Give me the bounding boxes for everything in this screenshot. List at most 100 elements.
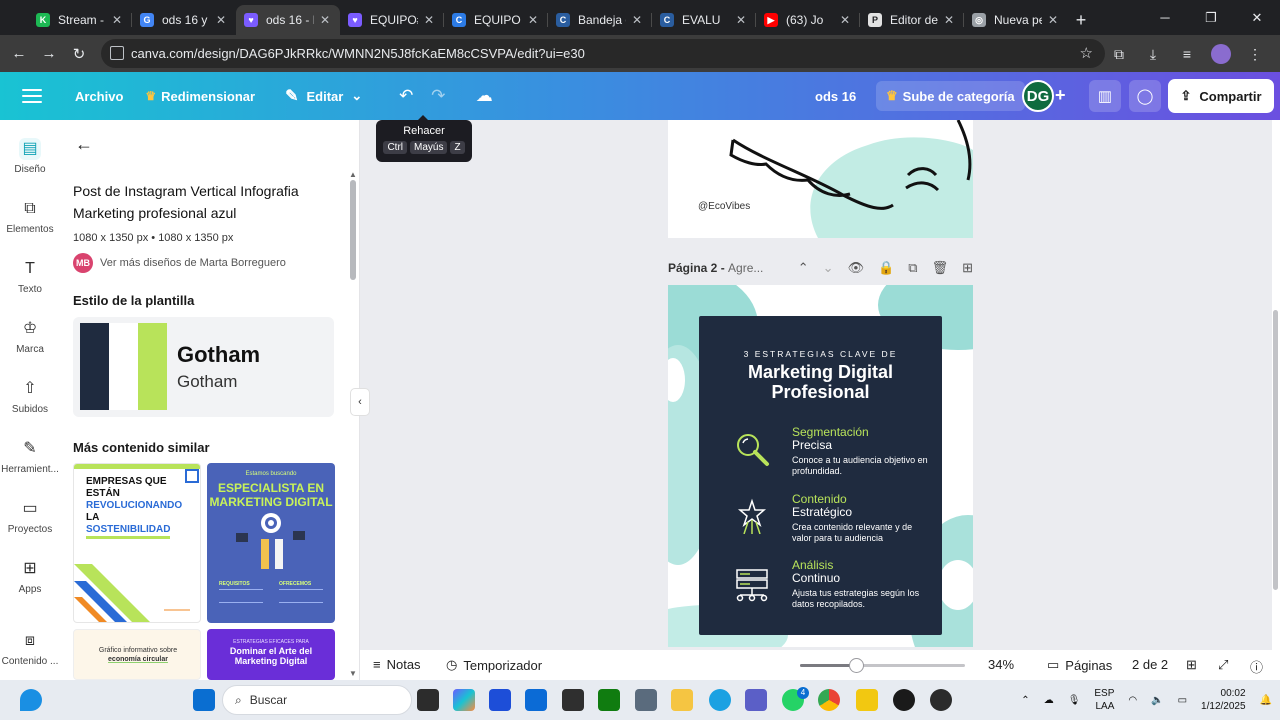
duplicate-page-icon[interactable]: ⧉ bbox=[908, 260, 917, 276]
notes-button[interactable]: ≡ Notas bbox=[373, 657, 421, 672]
close-tab-icon[interactable]: ✕ bbox=[838, 13, 852, 27]
browser-tab-active[interactable]: ♥ ods 16 - P ✕ bbox=[236, 5, 340, 35]
chatgpt-icon[interactable] bbox=[893, 689, 915, 711]
scroll-up-icon[interactable]: ▲ bbox=[349, 170, 357, 179]
template-thumbnail[interactable]: EMPRESAS QUE ESTÁN REVOLUCIONANDO LA SOS… bbox=[73, 463, 201, 623]
undo-icon[interactable]: ↶ bbox=[390, 80, 422, 112]
teams-icon[interactable] bbox=[745, 689, 767, 711]
download-icon[interactable]: ⤓ bbox=[1138, 39, 1168, 69]
minimize-icon[interactable]: ─ bbox=[1142, 0, 1188, 35]
mic-icon[interactable]: 🎙 bbox=[1068, 695, 1081, 706]
comment-icon[interactable]: ◯ bbox=[1129, 80, 1161, 112]
browser-tab[interactable]: K Stream - K ✕ bbox=[28, 5, 132, 35]
rail-item-brand[interactable]: ♔ Marca bbox=[0, 318, 60, 355]
help-icon[interactable]: ⓘ bbox=[1250, 657, 1263, 676]
fullscreen-icon[interactable]: ⤢ bbox=[1218, 657, 1228, 673]
maximize-icon[interactable]: ❐ bbox=[1188, 0, 1234, 35]
add-people-icon[interactable]: + bbox=[1055, 85, 1066, 106]
rail-item-apps[interactable]: ⊞ Apps bbox=[0, 558, 60, 595]
browser-tab[interactable]: ◎ Nueva pe ✕ bbox=[964, 5, 1068, 35]
file-button[interactable]: Archivo bbox=[67, 80, 131, 112]
zoom-slider-knob[interactable] bbox=[849, 658, 864, 673]
template-thumbnail[interactable]: Gráfico informativo sobre economía circu… bbox=[73, 629, 201, 680]
hide-page-icon[interactable]: 👁 bbox=[848, 260, 865, 276]
template-style-card[interactable]: Gotham Gotham bbox=[73, 317, 334, 417]
cloud-icon[interactable]: ☁ bbox=[1044, 695, 1054, 706]
zoom-slider[interactable] bbox=[800, 658, 965, 673]
edit-button[interactable]: ✎ Editar ⌄ bbox=[277, 80, 370, 112]
author-link[interactable]: MB Ver más diseños de Marta Borreguero bbox=[73, 253, 286, 273]
browser-tab[interactable]: C EVALU ✕ bbox=[652, 5, 756, 35]
lock-icon[interactable]: 🔒 bbox=[878, 260, 894, 276]
volume-icon[interactable]: 🔈 bbox=[1151, 695, 1163, 706]
task-view-icon[interactable] bbox=[417, 689, 439, 711]
page-2[interactable]: 3 ESTRATEGIAS CLAVE DE Marketing Digital… bbox=[668, 285, 973, 647]
close-tab-icon[interactable]: ✕ bbox=[110, 13, 124, 27]
close-tab-icon[interactable]: ✕ bbox=[734, 13, 748, 27]
browser-tab[interactable]: C EQUIPO 4 ✕ bbox=[444, 5, 548, 35]
notifications-icon[interactable]: 🔔 bbox=[1260, 695, 1272, 706]
browser-tab[interactable]: Gods 16 y 1 ✕ bbox=[132, 5, 236, 35]
timer-button[interactable]: ◷ Temporizador bbox=[446, 657, 542, 673]
delete-page-icon[interactable]: 🗑 bbox=[932, 260, 949, 276]
rail-item-tools[interactable]: ✎ Herramient... bbox=[0, 438, 60, 475]
redo-icon[interactable]: ↷ bbox=[422, 80, 454, 112]
cloud-saved-icon[interactable]: ☁ bbox=[468, 80, 500, 112]
share-button[interactable]: ⇪ Compartir bbox=[1168, 79, 1274, 113]
store-icon[interactable] bbox=[489, 689, 511, 711]
browser-tab[interactable]: C Bandeja d ✕ bbox=[548, 5, 652, 35]
profile-avatar[interactable] bbox=[1211, 44, 1231, 64]
move-down-icon[interactable]: ⌄ bbox=[823, 260, 834, 276]
close-tab-icon[interactable]: ✕ bbox=[1046, 13, 1060, 27]
reload-icon[interactable]: ↻ bbox=[64, 39, 94, 69]
back-icon[interactable]: ← bbox=[4, 39, 34, 69]
vscode-icon[interactable] bbox=[525, 689, 547, 711]
pages-button[interactable]: ▭ Páginas bbox=[1047, 657, 1112, 673]
rail-item-projects[interactable]: ▭ Proyectos bbox=[0, 498, 60, 535]
copilot-icon[interactable] bbox=[453, 689, 475, 711]
media-icon[interactable]: ≡ bbox=[1172, 39, 1202, 69]
menu-icon[interactable] bbox=[22, 89, 42, 103]
close-tab-icon[interactable]: ✕ bbox=[214, 13, 228, 27]
powerbi-icon[interactable] bbox=[856, 689, 878, 711]
xbox-icon[interactable] bbox=[598, 689, 620, 711]
page-2-label[interactable]: Página 2 - Agre... bbox=[668, 261, 763, 275]
file-explorer-icon[interactable] bbox=[671, 689, 693, 711]
move-up-icon[interactable]: ⌃ bbox=[798, 260, 809, 276]
browser-menu-icon[interactable]: ⋮ bbox=[1240, 39, 1270, 69]
upgrade-button[interactable]: ♛ Sube de categoría bbox=[876, 81, 1025, 111]
rail-item-uploads[interactable]: ⇧ Subidos bbox=[0, 378, 60, 415]
forward-icon[interactable]: → bbox=[34, 39, 64, 69]
language-indicator[interactable]: ESP LAA bbox=[1094, 687, 1114, 713]
rail-item-content[interactable]: ⧈ Contenido ... bbox=[0, 630, 60, 667]
rail-item-design[interactable]: ▤ Diseño bbox=[0, 138, 60, 175]
panel-scrollbar[interactable] bbox=[350, 180, 356, 280]
start-icon[interactable] bbox=[193, 689, 215, 711]
url-field[interactable]: canva.com/design/DAG6PJkRRkc/WMNN2N5J8fc… bbox=[101, 39, 1105, 68]
site-info-icon[interactable] bbox=[110, 46, 124, 60]
rail-item-elements[interactable]: ⧉ Elementos bbox=[0, 198, 60, 235]
widget-icon[interactable] bbox=[20, 689, 42, 711]
user-avatar[interactable]: DG bbox=[1022, 80, 1054, 112]
chevron-up-icon[interactable]: ⌃ bbox=[1021, 695, 1029, 706]
bookmark-star-icon[interactable]: ☆ bbox=[1080, 44, 1093, 62]
resize-button[interactable]: ♛ Redimensionar bbox=[137, 80, 263, 112]
close-tab-icon[interactable]: ✕ bbox=[942, 13, 956, 27]
extensions-icon[interactable]: ⧉ bbox=[1104, 39, 1134, 69]
close-window-icon[interactable]: ✕ bbox=[1234, 0, 1280, 35]
zoom-value[interactable]: 34% bbox=[988, 657, 1014, 672]
browser-tab[interactable]: ♥ EQUIPO#4 ✕ bbox=[340, 5, 444, 35]
new-tab-button[interactable]: + bbox=[1068, 5, 1094, 35]
app-icon[interactable] bbox=[930, 689, 952, 711]
collapse-panel-button[interactable]: ‹ bbox=[350, 388, 370, 416]
browser-tab[interactable]: ▶ (63) Jo ✕ bbox=[756, 5, 860, 35]
browser-tab[interactable]: P Editor de ✕ bbox=[860, 5, 964, 35]
battery-icon[interactable]: ▭ bbox=[1178, 695, 1187, 706]
canvas-scrollbar[interactable] bbox=[1273, 310, 1278, 590]
app-icon[interactable] bbox=[562, 689, 584, 711]
grid-view-icon[interactable]: ⊞ bbox=[1186, 657, 1197, 673]
wifi-icon[interactable]: ◠ bbox=[1128, 695, 1137, 706]
edge-icon[interactable] bbox=[709, 689, 731, 711]
analytics-icon[interactable]: ▥ bbox=[1089, 80, 1121, 112]
calculator-icon[interactable] bbox=[635, 689, 657, 711]
